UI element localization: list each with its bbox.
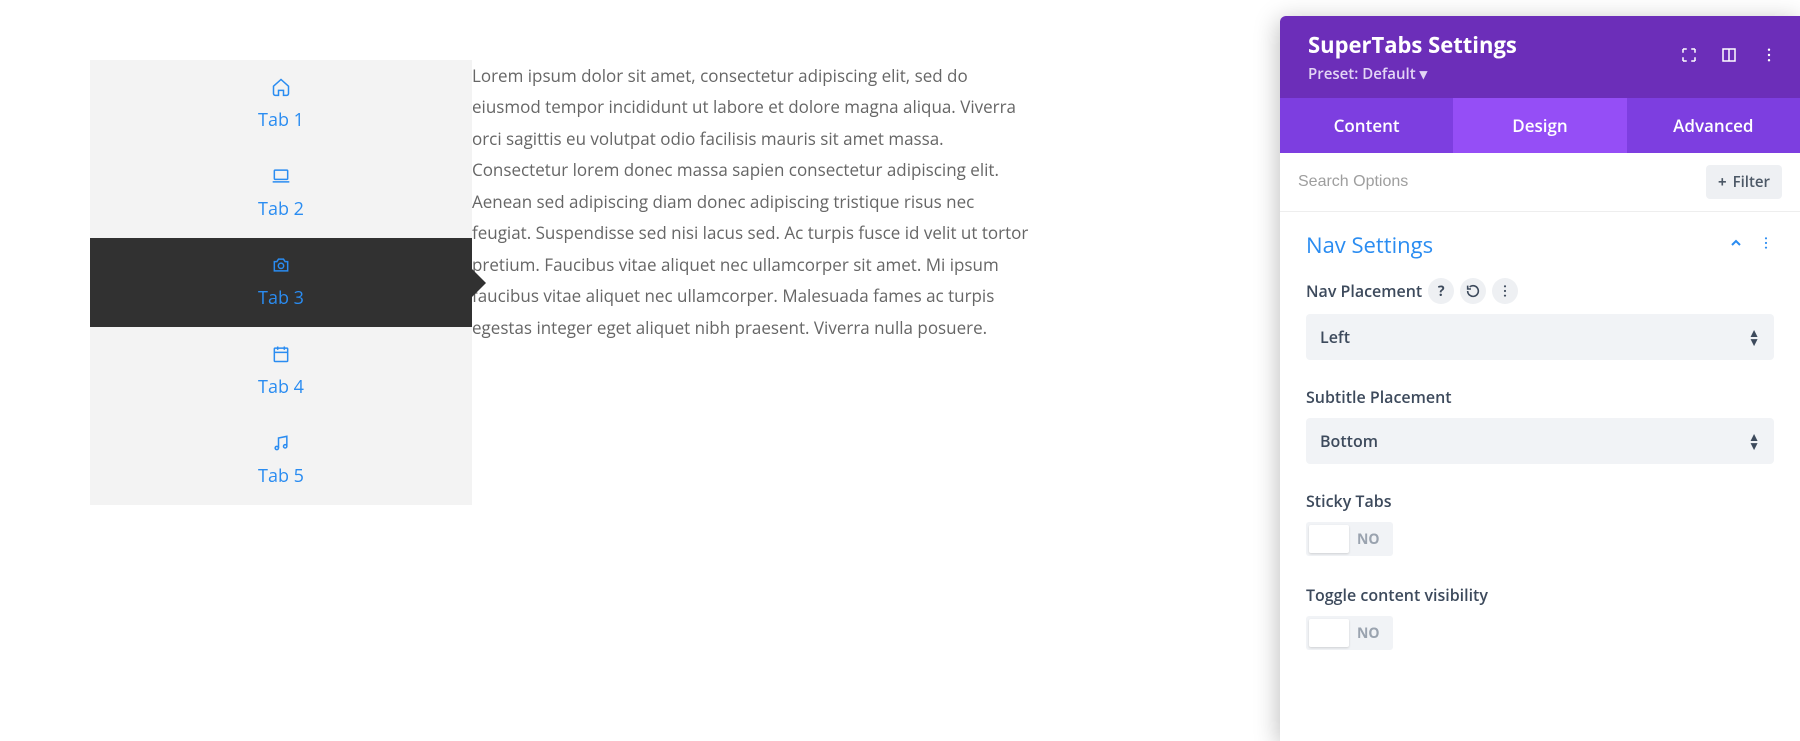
select-arrow-icon: ▲▼: [1748, 434, 1760, 449]
field-sticky-tabs: Sticky Tabs NO: [1306, 490, 1774, 558]
filter-button[interactable]: + Filter: [1706, 165, 1782, 199]
field-toggle-content-visibility: Toggle content visibility NO: [1306, 584, 1774, 652]
calendar-icon: [271, 344, 291, 369]
plus-icon: +: [1718, 172, 1727, 192]
tab-1[interactable]: Tab 1: [90, 60, 472, 149]
panel-tab-advanced[interactable]: Advanced: [1627, 98, 1800, 153]
tab-label: Tab 3: [258, 286, 304, 310]
panel-tabs: Content Design Advanced: [1280, 98, 1800, 153]
help-icon[interactable]: ?: [1428, 278, 1454, 304]
tab-label: Tab 2: [258, 197, 304, 221]
toggle-content-visibility-toggle[interactable]: NO: [1306, 616, 1393, 650]
tab-label: Tab 4: [258, 375, 304, 399]
tab-2[interactable]: Tab 2: [90, 149, 472, 238]
tabs-preview: Tab 1 Tab 2 Tab 3 Tab 4 Tab 5: [90, 60, 1032, 505]
more-icon[interactable]: [1492, 278, 1518, 304]
preset-label: Preset: Default: [1308, 64, 1416, 84]
panel-title: SuperTabs Settings: [1308, 30, 1517, 60]
tab-label: Tab 1: [258, 108, 304, 132]
field-label: Toggle content visibility: [1306, 584, 1488, 606]
field-label: Sticky Tabs: [1306, 490, 1391, 512]
select-value: Bottom: [1320, 430, 1378, 452]
camera-icon: [271, 255, 291, 280]
toggle-value: NO: [1349, 530, 1390, 549]
panel-tab-content[interactable]: Content: [1280, 98, 1453, 153]
music-icon: [271, 433, 291, 458]
sticky-tabs-toggle[interactable]: NO: [1306, 522, 1393, 556]
nav-placement-select[interactable]: Left ▲▼: [1306, 314, 1774, 360]
select-value: Left: [1320, 326, 1350, 348]
filter-label: Filter: [1733, 172, 1770, 192]
panel-scroll[interactable]: + Filter Nav Settings Nav Placement: [1280, 153, 1800, 741]
section-nav-settings: Nav Settings Nav Placement ?: [1280, 212, 1800, 684]
toggle-knob: [1309, 525, 1349, 553]
tabs-nav: Tab 1 Tab 2 Tab 3 Tab 4 Tab 5: [90, 60, 472, 505]
tab-5[interactable]: Tab 5: [90, 416, 472, 505]
section-title: Nav Settings: [1306, 230, 1433, 260]
reset-icon[interactable]: [1460, 278, 1486, 304]
select-arrow-icon: ▲▼: [1748, 330, 1760, 345]
home-icon: [271, 77, 291, 102]
panel-tab-design[interactable]: Design: [1453, 98, 1626, 153]
field-nav-placement: Nav Placement ? Left ▲▼: [1306, 278, 1774, 360]
search-row: + Filter: [1280, 153, 1800, 212]
content-text: Lorem ipsum dolor sit amet, consectetur …: [472, 60, 1032, 343]
caret-down-icon: ▾: [1420, 64, 1428, 84]
preset-dropdown[interactable]: Preset: Default ▾: [1308, 64, 1517, 84]
settings-panel: SuperTabs Settings Preset: Default ▾ Con…: [1280, 16, 1800, 741]
toggle-knob: [1309, 619, 1349, 647]
more-icon[interactable]: [1758, 234, 1774, 256]
search-input[interactable]: [1298, 173, 1696, 191]
field-label: Subtitle Placement: [1306, 386, 1452, 408]
layout-icon[interactable]: [1720, 46, 1738, 69]
tab-content: Lorem ipsum dolor sit amet, consectetur …: [472, 60, 1032, 505]
tab-3[interactable]: Tab 3: [90, 238, 472, 327]
tab-4[interactable]: Tab 4: [90, 327, 472, 416]
chevron-up-icon[interactable]: [1728, 234, 1744, 256]
toggle-value: NO: [1349, 624, 1390, 643]
expand-icon[interactable]: [1680, 46, 1698, 69]
more-icon[interactable]: [1760, 46, 1778, 69]
field-label: Nav Placement: [1306, 280, 1422, 302]
field-subtitle-placement: Subtitle Placement Bottom ▲▼: [1306, 386, 1774, 464]
subtitle-placement-select[interactable]: Bottom ▲▼: [1306, 418, 1774, 464]
panel-header: SuperTabs Settings Preset: Default ▾: [1280, 16, 1800, 98]
tab-label: Tab 5: [258, 464, 304, 488]
laptop-icon: [271, 166, 291, 191]
